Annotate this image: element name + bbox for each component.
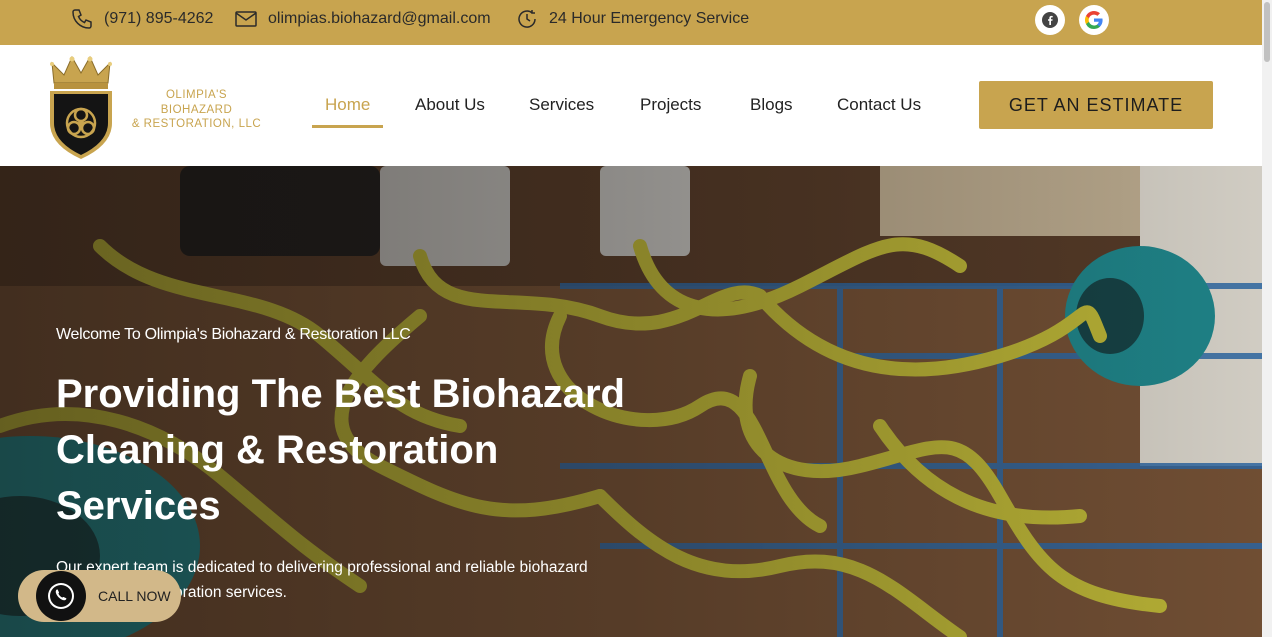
active-nav-underline: [312, 125, 383, 128]
company-logo[interactable]: OLIMPIA'S BIOHAZARD & RESTORATION, LLC: [46, 53, 276, 161]
logo-line-1: OLIMPIA'S: [165, 89, 228, 101]
hero-headline: Providing The Best Biohazard Cleaning & …: [56, 366, 676, 534]
whatsapp-icon[interactable]: [36, 571, 86, 621]
nav-contact-us[interactable]: Contact Us: [837, 95, 921, 115]
phone-icon: [70, 7, 94, 31]
phone-contact[interactable]: (971) 895-4262: [70, 7, 213, 31]
hero-headline-line-3: Services: [56, 484, 221, 528]
clock-service-icon: [515, 7, 539, 31]
logo-text: OLIMPIA'S BIOHAZARD & RESTORATION, LLC: [124, 88, 269, 132]
scrollbar-thumb[interactable]: [1264, 2, 1270, 62]
call-now-label[interactable]: CALL NOW: [98, 588, 171, 604]
nav-services[interactable]: Services: [529, 95, 594, 115]
nav-projects[interactable]: Projects: [640, 95, 701, 115]
phone-number[interactable]: (971) 895-4262: [104, 10, 213, 28]
email-address[interactable]: olimpias.biohazard@gmail.com: [268, 10, 491, 28]
emergency-text: 24 Hour Emergency Service: [549, 10, 750, 27]
logo-line-2: BIOHAZARD: [160, 103, 233, 116]
facebook-icon[interactable]: [1035, 5, 1065, 35]
nav-home[interactable]: Home: [325, 95, 370, 115]
emergency-service: 24 Hour Emergency Service: [515, 7, 749, 31]
nav-about-us[interactable]: About Us: [415, 95, 485, 115]
hero-welcome-text: Welcome To Olimpia's Biohazard & Restora…: [56, 326, 411, 343]
google-icon[interactable]: [1079, 5, 1109, 35]
top-contact-bar: (971) 895-4262 olimpias.biohazard@gmail.…: [0, 0, 1262, 45]
email-contact[interactable]: olimpias.biohazard@gmail.com: [234, 7, 491, 31]
mail-icon: [234, 7, 258, 31]
hero-headline-line-2: Cleaning & Restoration: [56, 428, 499, 472]
page-scrollbar[interactable]: [1262, 0, 1272, 637]
main-header: OLIMPIA'S BIOHAZARD & RESTORATION, LLC H…: [0, 45, 1262, 166]
logo-line-3: & RESTORATION, LLC: [131, 118, 262, 130]
get-estimate-button[interactable]: GET AN ESTIMATE: [979, 81, 1213, 129]
call-now-button[interactable]: CALL NOW: [18, 570, 181, 622]
nav-blogs[interactable]: Blogs: [750, 95, 793, 115]
hero-headline-line-1: Providing The Best Biohazard: [56, 372, 625, 416]
